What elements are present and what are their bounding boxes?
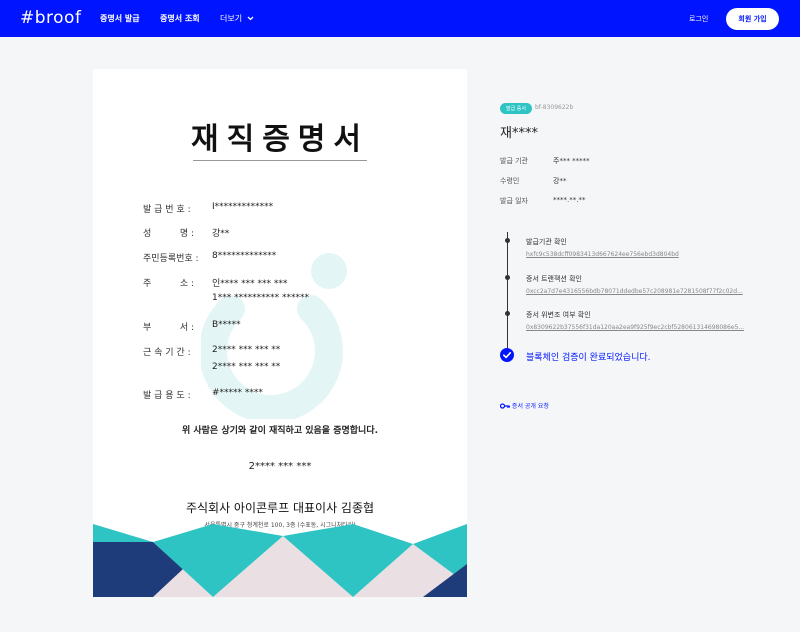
step-issuer-check-label: 발급기관 확인	[526, 238, 567, 246]
resident-number-label: 주민등록번호 :	[143, 254, 199, 264]
step-transaction-check-label: 증서 트랜잭션 확인	[526, 275, 582, 283]
timeline-dot	[505, 311, 510, 316]
step-forgery-check-hash[interactable]: 0x8309622b37556f31da120aa2ea9f925f9ec2cb…	[526, 324, 744, 331]
tenure-end-value: 2**** *** *** **	[212, 362, 281, 372]
verification-complete-message: 블록체인 검증이 완료되었습니다.	[526, 353, 651, 363]
nav-issue-certificate[interactable]: 증명서 발급	[100, 13, 140, 24]
recipient-label: 수령인	[500, 177, 520, 185]
title-underline	[193, 160, 367, 161]
check-circle-icon	[500, 348, 514, 362]
purpose-label: 발 급 용 도 :	[143, 391, 191, 401]
signup-button[interactable]: 회원 가입	[726, 8, 779, 30]
issue-date-value: ****.**.**	[553, 196, 586, 204]
address-label: 주 소 :	[143, 279, 195, 289]
nav-lookup-certificate[interactable]: 증명서 조회	[160, 13, 200, 24]
certification-statement: 위 사람은 상기와 같이 재직하고 있음을 증명합니다.	[181, 426, 379, 436]
public-request-link[interactable]: 증서 공개 요청	[499, 401, 549, 410]
step-issuer-check-hash[interactable]: hxfc9c538dcff0983413d667624ee756ebd3d804…	[526, 251, 679, 258]
certificate-code: bf-8309622b	[535, 104, 574, 111]
certificate-title: 재직증명서	[191, 122, 369, 157]
key-icon	[499, 402, 511, 409]
top-nav-bar: #broof 증명서 발급 증명서 조회 더보기 로그인 회원 가입	[0, 0, 800, 37]
timeline-dot	[505, 238, 510, 243]
nav-more-label: 더보기	[220, 14, 243, 23]
timeline-dot	[505, 275, 510, 280]
issued-certificate-badge: 발급 증서	[500, 103, 532, 114]
certificate-date: 2**** *** ***	[248, 461, 312, 472]
name-label: 성 명 :	[143, 229, 195, 239]
broof-logo[interactable]: #broof	[20, 8, 81, 28]
verification-timeline	[507, 232, 508, 350]
name-value: 강**	[212, 229, 230, 239]
resident-number-value: 8*************	[212, 251, 277, 261]
document-name: 재****	[500, 126, 538, 141]
chevron-down-icon	[247, 16, 254, 21]
department-label: 부 서 :	[143, 323, 195, 333]
tenure-start-value: 2**** *** *** **	[212, 345, 281, 355]
step-transaction-check-hash[interactable]: 0xcc2a7d7e4316556bdb78071ddedbe57c208981…	[526, 288, 743, 295]
department-value: B*****	[212, 320, 241, 330]
company-signature-line: 주식회사 아이콘루프 대표이사 김종협	[185, 501, 375, 515]
address-value-line1: 인**** *** *** ***	[212, 279, 288, 289]
tenure-label: 근 속 기 간 :	[143, 348, 191, 358]
issue-number-value: I*************	[212, 202, 274, 212]
login-link[interactable]: 로그인	[689, 14, 708, 24]
step-forgery-check-label: 증서 위변조 여부 확인	[526, 311, 591, 319]
purpose-value: #***** ****	[212, 388, 263, 398]
issue-number-label: 발 급 번 호 :	[143, 205, 191, 215]
certificate-document: 재직증명서 발 급 번 호 : I************* 성 명 : 강**…	[93, 69, 467, 597]
recipient-value: 강**	[553, 177, 567, 185]
public-request-label: 증서 공개 요청	[511, 403, 549, 410]
issuer-value: 주*** *****	[553, 157, 590, 165]
decorative-pattern	[93, 524, 467, 597]
nav-more-menu[interactable]: 더보기	[220, 13, 254, 24]
issuer-label: 발급 기관	[500, 157, 528, 165]
address-value-line2: 1*** ********** ******	[212, 293, 309, 303]
issue-date-label: 발급 일자	[500, 197, 528, 205]
